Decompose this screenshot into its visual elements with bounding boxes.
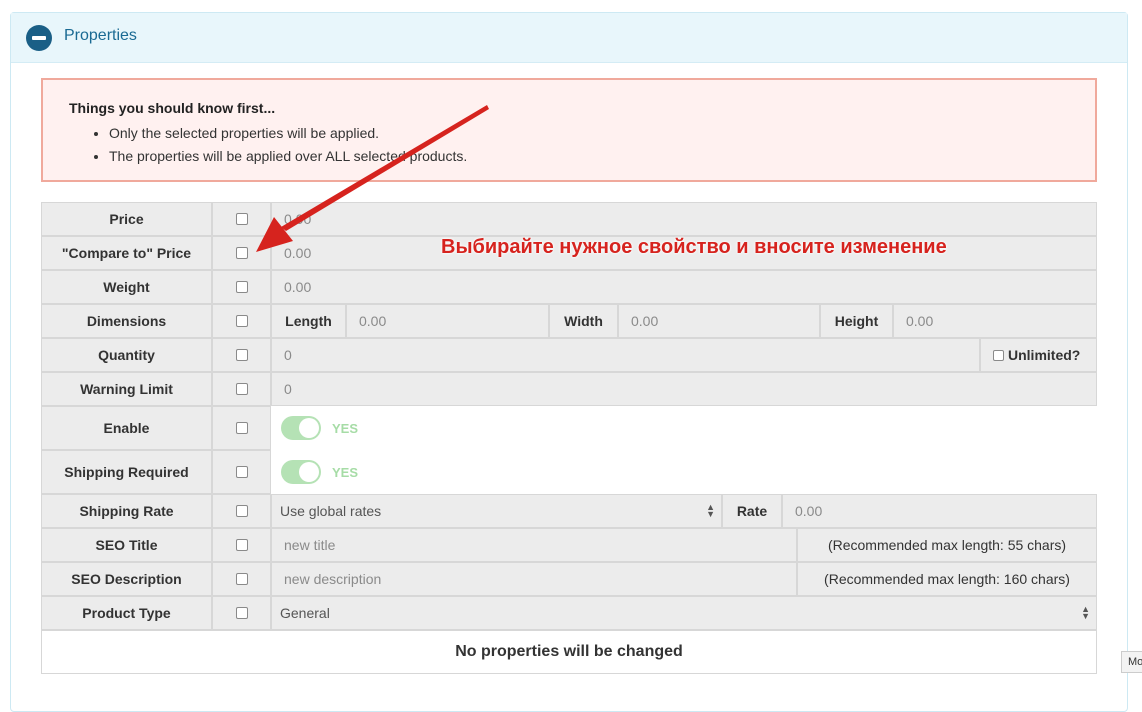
seo-title-checkbox[interactable]: [235, 539, 248, 551]
rate-input[interactable]: 0.00: [782, 494, 1097, 528]
info-notice: Things you should know first... Only the…: [41, 78, 1097, 182]
quantity-label: Quantity: [41, 338, 212, 372]
height-input[interactable]: 0.00: [893, 304, 1097, 338]
seo-title-check-cell: [212, 528, 271, 562]
price-input[interactable]: 0.00: [271, 202, 1097, 236]
row-seo-title: SEO Title new title (Recommended max len…: [41, 528, 1097, 562]
shipping-required-label: Shipping Required: [41, 450, 212, 494]
product-type-selected: General: [280, 605, 330, 621]
enable-label: Enable: [41, 406, 212, 450]
select-arrows-icon: ▲ ▼: [706, 502, 715, 519]
length-input[interactable]: 0.00: [346, 304, 549, 338]
corner-tab[interactable]: Mo: [1121, 651, 1142, 673]
unlimited-checkbox[interactable]: [993, 349, 1004, 361]
enable-toggle-cell: YES: [271, 406, 1097, 450]
changes-summary: No properties will be changed: [41, 630, 1097, 674]
compare-price-checkbox[interactable]: [235, 247, 248, 259]
row-enable: Enable YES: [41, 406, 1097, 450]
panel-title: Properties: [64, 27, 137, 44]
notice-list: Only the selected properties will be app…: [69, 122, 467, 168]
weight-label: Weight: [41, 270, 212, 304]
warning-limit-input[interactable]: 0: [271, 372, 1097, 406]
shipping-rate-selected: Use global rates: [280, 503, 382, 519]
enable-check-cell: [212, 406, 271, 450]
row-dimensions: Dimensions Length 0.00 Width 0.00 Height…: [41, 304, 1097, 338]
rate-label: Rate: [722, 494, 782, 528]
row-product-type: Product Type General ▲ ▼: [41, 596, 1097, 630]
quantity-check-cell: [212, 338, 271, 372]
product-type-checkbox[interactable]: [235, 607, 248, 619]
compare-price-label: "Compare to" Price: [41, 236, 212, 270]
warning-limit-checkbox[interactable]: [235, 383, 248, 395]
dimensions-check-cell: [212, 304, 271, 338]
notice-item: The properties will be applied over ALL …: [109, 145, 467, 168]
row-shipping-required: Shipping Required YES: [41, 450, 1097, 494]
collapse-icon[interactable]: [26, 25, 52, 51]
row-weight: Weight 0.00: [41, 270, 1097, 304]
seo-description-input[interactable]: new description: [271, 562, 797, 596]
weight-checkbox[interactable]: [235, 281, 248, 293]
row-seo-description: SEO Description new description (Recomme…: [41, 562, 1097, 596]
shipping-rate-label: Shipping Rate: [41, 494, 212, 528]
height-label: Height: [820, 304, 893, 338]
notice-item: Only the selected properties will be app…: [109, 122, 467, 145]
row-shipping-rate: Shipping Rate Use global rates ▲ ▼ Rate 0…: [41, 494, 1097, 528]
row-quantity: Quantity 0 Unlimited?: [41, 338, 1097, 372]
product-type-check-cell: [212, 596, 271, 630]
shipping-required-toggle-cell: YES: [271, 450, 1097, 494]
price-check-cell: [212, 202, 271, 236]
width-label: Width: [549, 304, 618, 338]
shipping-rate-select[interactable]: Use global rates ▲ ▼: [271, 494, 722, 528]
shipping-rate-check-cell: [212, 494, 271, 528]
product-type-select[interactable]: General ▲ ▼: [271, 596, 1097, 630]
length-label: Length: [271, 304, 346, 338]
seo-title-input[interactable]: new title: [271, 528, 797, 562]
warning-limit-check-cell: [212, 372, 271, 406]
seo-title-label: SEO Title: [41, 528, 212, 562]
notice-title: Things you should know first...: [69, 100, 276, 116]
price-checkbox[interactable]: [235, 213, 248, 225]
seo-description-hint: (Recommended max length: 160 chars): [797, 562, 1097, 596]
warning-limit-label: Warning Limit: [41, 372, 212, 406]
product-type-label: Product Type: [41, 596, 212, 630]
shipping-required-check-cell: [212, 450, 271, 494]
enable-toggle[interactable]: [281, 416, 321, 440]
enable-toggle-text: YES: [332, 420, 359, 436]
quantity-input[interactable]: 0: [271, 338, 980, 372]
annotation-text: Выбирайте нужное свойство и вносите изме…: [441, 236, 947, 258]
compare-price-check-cell: [212, 236, 271, 270]
price-label: Price: [41, 202, 212, 236]
enable-checkbox[interactable]: [235, 422, 248, 434]
seo-title-hint: (Recommended max length: 55 chars): [797, 528, 1097, 562]
dimensions-label: Dimensions: [41, 304, 212, 338]
seo-description-checkbox[interactable]: [235, 573, 248, 585]
shipping-required-toggle[interactable]: [281, 460, 321, 484]
dimensions-checkbox[interactable]: [235, 315, 248, 327]
shipping-required-checkbox[interactable]: [235, 466, 248, 478]
seo-description-check-cell: [212, 562, 271, 596]
weight-input[interactable]: 0.00: [271, 270, 1097, 304]
shipping-rate-checkbox[interactable]: [235, 505, 248, 517]
panel-header[interactable]: Properties: [11, 13, 1127, 63]
weight-check-cell: [212, 270, 271, 304]
quantity-checkbox[interactable]: [235, 349, 248, 361]
unlimited-label: Unlimited?: [1008, 347, 1081, 363]
width-input[interactable]: 0.00: [618, 304, 820, 338]
row-warning-limit: Warning Limit 0: [41, 372, 1097, 406]
seo-description-label: SEO Description: [41, 562, 212, 596]
unlimited-option[interactable]: Unlimited?: [980, 338, 1097, 372]
select-arrows-icon: ▲ ▼: [1081, 604, 1090, 621]
row-price: Price 0.00: [41, 202, 1097, 236]
shipping-required-toggle-text: YES: [332, 464, 359, 480]
